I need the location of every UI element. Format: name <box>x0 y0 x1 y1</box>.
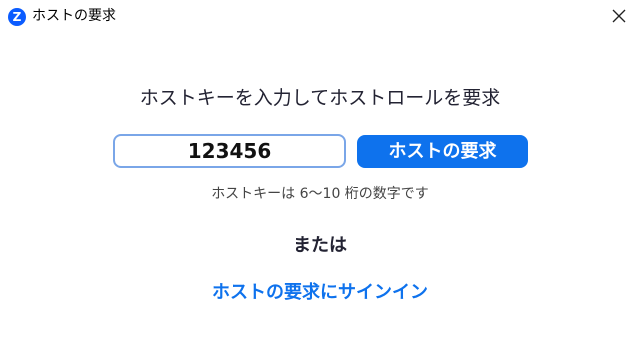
zoom-logo-icon: Z <box>8 8 26 26</box>
host-key-input[interactable] <box>113 134 346 168</box>
sign-in-to-claim-link[interactable]: ホストの要求にサインイン <box>0 279 640 307</box>
close-icon <box>612 9 626 23</box>
instruction-heading: ホストキーを入力してホストロールを要求 <box>139 87 501 109</box>
title-bar: Z ホストの要求 <box>0 0 640 32</box>
close-button[interactable] <box>606 4 632 28</box>
claim-host-dialog: Z ホストの要求 ホストキーを入力してホストロールを要求 ホストの要求 ホストキ… <box>0 0 640 359</box>
claim-host-button[interactable]: ホストの要求 <box>357 135 528 168</box>
host-key-hint: ホストキーは 6～10 桁の数字です <box>211 186 429 202</box>
window-title: ホストの要求 <box>32 8 116 24</box>
or-separator-label: または <box>293 235 347 256</box>
